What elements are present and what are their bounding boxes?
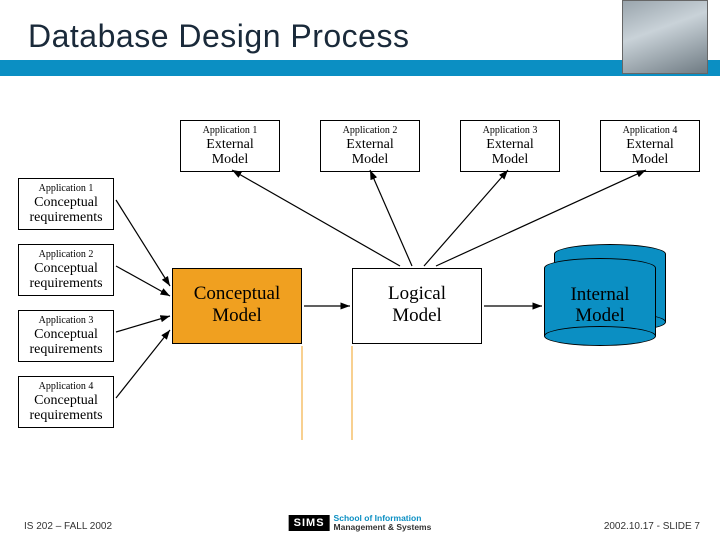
internal-cylinder: Internal Model — [544, 258, 656, 346]
sims-logo: SIMS — [289, 515, 330, 531]
internal-line1: Internal — [544, 284, 656, 305]
footer-left: IS 202 – FALL 2002 — [24, 521, 112, 532]
left-box-line2: requirements — [21, 276, 111, 291]
left-box-3: Application 3 Conceptual requirements — [18, 310, 114, 362]
ext-box-line2: Model — [183, 152, 277, 167]
ext-box-line2: Model — [323, 152, 417, 167]
ext-box-app: Application 4 — [603, 123, 697, 137]
ext-box-1: Application 1 External Model — [180, 120, 280, 172]
left-box-line1: Conceptual — [21, 261, 111, 276]
header-photo — [622, 0, 708, 74]
ext-box-4: Application 4 External Model — [600, 120, 700, 172]
left-box-app: Application 4 — [21, 379, 111, 393]
ext-box-app: Application 3 — [463, 123, 557, 137]
conceptual-model-box: Conceptual Model — [172, 268, 302, 344]
sims-subtitle: School of Information Management & Syste… — [334, 514, 432, 532]
slide-title: Database Design Process — [28, 18, 409, 55]
conceptual-line2: Model — [173, 305, 301, 327]
logical-model-box: Logical Model — [352, 268, 482, 344]
logical-line1: Logical — [353, 283, 481, 305]
left-box-2: Application 2 Conceptual requirements — [18, 244, 114, 296]
ext-box-3: Application 3 External Model — [460, 120, 560, 172]
ext-box-line1: External — [323, 137, 417, 152]
title-band: Database Design Process — [0, 0, 720, 80]
ext-box-app: Application 1 — [183, 123, 277, 137]
left-box-line1: Conceptual — [21, 327, 111, 342]
left-box-line2: requirements — [21, 408, 111, 423]
title-accent-bar — [0, 60, 720, 76]
left-box-line2: requirements — [21, 342, 111, 357]
ext-box-line2: Model — [603, 152, 697, 167]
footer-right: 2002.10.17 - SLIDE 7 — [604, 521, 700, 532]
left-box-line1: Conceptual — [21, 195, 111, 210]
left-box-app: Application 3 — [21, 313, 111, 327]
left-box-app: Application 2 — [21, 247, 111, 261]
ext-box-line2: Model — [463, 152, 557, 167]
internal-line2: Model — [544, 305, 656, 326]
left-box-1: Application 1 Conceptual requirements — [18, 178, 114, 230]
ext-box-2: Application 2 External Model — [320, 120, 420, 172]
ext-box-line1: External — [603, 137, 697, 152]
left-box-line1: Conceptual — [21, 393, 111, 408]
left-box-app: Application 1 — [21, 181, 111, 195]
ext-box-line1: External — [463, 137, 557, 152]
left-box-4: Application 4 Conceptual requirements — [18, 376, 114, 428]
conceptual-line1: Conceptual — [173, 283, 301, 305]
footer-center: SIMS School of Information Management & … — [289, 514, 432, 532]
ext-box-line1: External — [183, 137, 277, 152]
sims-sub-line2: Management & Systems — [334, 523, 432, 532]
left-box-line2: requirements — [21, 210, 111, 225]
logical-line2: Model — [353, 305, 481, 327]
ext-box-app: Application 2 — [323, 123, 417, 137]
